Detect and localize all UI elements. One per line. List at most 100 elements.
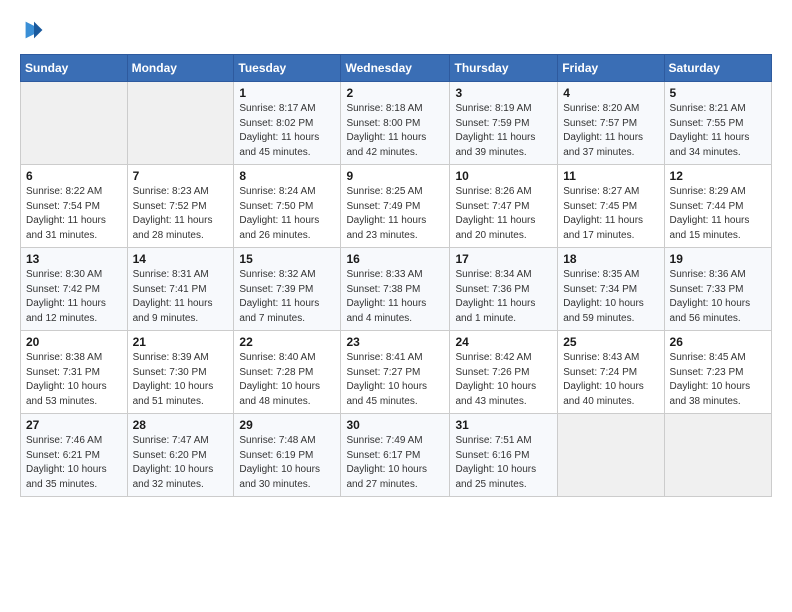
day-info: Sunrise: 7:49 AM Sunset: 6:17 PM Dayligh… — [346, 434, 444, 492]
day-number: 3 — [455, 86, 552, 100]
day-info: Sunrise: 8:19 AM Sunset: 7:59 PM Dayligh… — [455, 102, 552, 160]
day-info: Sunrise: 8:25 AM Sunset: 7:49 PM Dayligh… — [346, 185, 444, 243]
cell-4-6: 25Sunrise: 8:43 AM Sunset: 7:24 PM Dayli… — [558, 331, 664, 414]
header — [20, 16, 772, 44]
day-info: Sunrise: 8:34 AM Sunset: 7:36 PM Dayligh… — [455, 268, 552, 326]
day-number: 5 — [670, 86, 766, 100]
week-row-3: 13 Sunrise: 8:30 AM Sunset: 7:42 PM Dayli… — [21, 248, 772, 331]
cell-2-3: 8 Sunrise: 8:24 AM Sunset: 7:50 PM Daylig… — [234, 165, 341, 248]
day-number: 31 — [455, 418, 552, 432]
col-saturday: Saturday — [664, 55, 771, 82]
col-tuesday: Tuesday — [234, 55, 341, 82]
cell-3-1: 13 Sunrise: 8:30 AM Sunset: 7:42 PM Dayli… — [21, 248, 128, 331]
day-number: 30 — [346, 418, 444, 432]
cell-1-3: 1 Sunrise: 8:17 AM Sunset: 8:02 PM Daylig… — [234, 82, 341, 165]
day-number: 11 — [563, 169, 658, 183]
day-number: 4 — [563, 86, 658, 100]
calendar: Sunday Monday Tuesday Wednesday Thursday… — [20, 54, 772, 497]
cell-5-3: 29 Sunrise: 7:48 AM Sunset: 6:19 PM Dayli… — [234, 414, 341, 497]
day-info: Sunrise: 8:17 AM Sunset: 8:02 PM Dayligh… — [239, 102, 335, 160]
day-info: Sunrise: 8:21 AM Sunset: 7:55 PM Dayligh… — [670, 102, 766, 160]
day-number: 8 — [239, 169, 335, 183]
day-number: 18 — [563, 252, 658, 266]
day-info: Sunrise: 8:38 AM Sunset: 7:31 PM Dayligh… — [26, 351, 122, 409]
cell-1-2 — [127, 82, 234, 165]
col-thursday: Thursday — [450, 55, 558, 82]
day-info: Sunrise: 7:51 AM Sunset: 6:16 PM Dayligh… — [455, 434, 552, 492]
col-sunday: Sunday — [21, 55, 128, 82]
cell-4-4: 23 Sunrise: 8:41 AM Sunset: 7:27 PM Dayli… — [341, 331, 450, 414]
cell-3-7: 19 Sunrise: 8:36 AM Sunset: 7:33 PM Dayli… — [664, 248, 771, 331]
page: Sunday Monday Tuesday Wednesday Thursday… — [0, 0, 792, 612]
day-number: 2 — [346, 86, 444, 100]
day-number: 19 — [670, 252, 766, 266]
day-info: Sunrise: 8:30 AM Sunset: 7:42 PM Dayligh… — [26, 268, 122, 326]
day-number: 16 — [346, 252, 444, 266]
day-info: Sunrise: 8:20 AM Sunset: 7:57 PM Dayligh… — [563, 102, 658, 160]
cell-1-5: 3 Sunrise: 8:19 AM Sunset: 7:59 PM Daylig… — [450, 82, 558, 165]
day-info: Sunrise: 8:26 AM Sunset: 7:47 PM Dayligh… — [455, 185, 552, 243]
day-number: 9 — [346, 169, 444, 183]
cell-3-2: 14Sunrise: 8:31 AM Sunset: 7:41 PM Dayli… — [127, 248, 234, 331]
day-number: 1 — [239, 86, 335, 100]
day-number: 21 — [133, 335, 229, 349]
cell-4-2: 21 Sunrise: 8:39 AM Sunset: 7:30 PM Dayli… — [127, 331, 234, 414]
cell-1-4: 2 Sunrise: 8:18 AM Sunset: 8:00 PM Daylig… — [341, 82, 450, 165]
week-row-4: 20 Sunrise: 8:38 AM Sunset: 7:31 PM Dayli… — [21, 331, 772, 414]
day-info: Sunrise: 8:33 AM Sunset: 7:38 PM Dayligh… — [346, 268, 444, 326]
week-row-1: 1 Sunrise: 8:17 AM Sunset: 8:02 PM Daylig… — [21, 82, 772, 165]
cell-5-7 — [664, 414, 771, 497]
day-info: Sunrise: 8:23 AM Sunset: 7:52 PM Dayligh… — [133, 185, 229, 243]
day-number: 27 — [26, 418, 122, 432]
day-info: Sunrise: 8:32 AM Sunset: 7:39 PM Dayligh… — [239, 268, 335, 326]
logo — [20, 16, 52, 44]
cell-4-5: 24 Sunrise: 8:42 AM Sunset: 7:26 PM Dayli… — [450, 331, 558, 414]
week-row-5: 27Sunrise: 7:46 AM Sunset: 6:21 PM Dayli… — [21, 414, 772, 497]
day-info: Sunrise: 7:48 AM Sunset: 6:19 PM Dayligh… — [239, 434, 335, 492]
day-info: Sunrise: 8:29 AM Sunset: 7:44 PM Dayligh… — [670, 185, 766, 243]
day-number: 26 — [670, 335, 766, 349]
calendar-body: 1 Sunrise: 8:17 AM Sunset: 8:02 PM Daylig… — [21, 82, 772, 497]
week-row-2: 6 Sunrise: 8:22 AM Sunset: 7:54 PM Daylig… — [21, 165, 772, 248]
cell-2-1: 6 Sunrise: 8:22 AM Sunset: 7:54 PM Daylig… — [21, 165, 128, 248]
cell-4-7: 26 Sunrise: 8:45 AM Sunset: 7:23 PM Dayli… — [664, 331, 771, 414]
day-number: 15 — [239, 252, 335, 266]
cell-1-6: 4 Sunrise: 8:20 AM Sunset: 7:57 PM Daylig… — [558, 82, 664, 165]
col-monday: Monday — [127, 55, 234, 82]
day-info: Sunrise: 8:36 AM Sunset: 7:33 PM Dayligh… — [670, 268, 766, 326]
day-number: 12 — [670, 169, 766, 183]
day-number: 7 — [133, 169, 229, 183]
day-info: Sunrise: 8:35 AM Sunset: 7:34 PM Dayligh… — [563, 268, 658, 326]
col-wednesday: Wednesday — [341, 55, 450, 82]
cell-4-1: 20 Sunrise: 8:38 AM Sunset: 7:31 PM Dayli… — [21, 331, 128, 414]
day-number: 20 — [26, 335, 122, 349]
day-number: 22 — [239, 335, 335, 349]
cell-3-3: 15 Sunrise: 8:32 AM Sunset: 7:39 PM Dayli… — [234, 248, 341, 331]
day-info: Sunrise: 8:39 AM Sunset: 7:30 PM Dayligh… — [133, 351, 229, 409]
day-info: Sunrise: 8:41 AM Sunset: 7:27 PM Dayligh… — [346, 351, 444, 409]
cell-1-1 — [21, 82, 128, 165]
cell-1-7: 5 Sunrise: 8:21 AM Sunset: 7:55 PM Daylig… — [664, 82, 771, 165]
day-info: Sunrise: 8:22 AM Sunset: 7:54 PM Dayligh… — [26, 185, 122, 243]
col-friday: Friday — [558, 55, 664, 82]
day-info: Sunrise: 8:43 AM Sunset: 7:24 PM Dayligh… — [563, 351, 658, 409]
cell-2-5: 10Sunrise: 8:26 AM Sunset: 7:47 PM Dayli… — [450, 165, 558, 248]
day-number: 23 — [346, 335, 444, 349]
day-info: Sunrise: 8:31 AM Sunset: 7:41 PM Dayligh… — [133, 268, 229, 326]
day-info: Sunrise: 8:18 AM Sunset: 8:00 PM Dayligh… — [346, 102, 444, 160]
day-info: Sunrise: 7:47 AM Sunset: 6:20 PM Dayligh… — [133, 434, 229, 492]
day-number: 13 — [26, 252, 122, 266]
calendar-header: Sunday Monday Tuesday Wednesday Thursday… — [21, 55, 772, 82]
day-info: Sunrise: 8:24 AM Sunset: 7:50 PM Dayligh… — [239, 185, 335, 243]
day-number: 24 — [455, 335, 552, 349]
day-number: 29 — [239, 418, 335, 432]
day-info: Sunrise: 8:42 AM Sunset: 7:26 PM Dayligh… — [455, 351, 552, 409]
day-number: 6 — [26, 169, 122, 183]
cell-5-4: 30 Sunrise: 7:49 AM Sunset: 6:17 PM Dayli… — [341, 414, 450, 497]
cell-5-1: 27Sunrise: 7:46 AM Sunset: 6:21 PM Dayli… — [21, 414, 128, 497]
day-info: Sunrise: 8:45 AM Sunset: 7:23 PM Dayligh… — [670, 351, 766, 409]
cell-2-4: 9 Sunrise: 8:25 AM Sunset: 7:49 PM Daylig… — [341, 165, 450, 248]
day-number: 28 — [133, 418, 229, 432]
cell-5-2: 28 Sunrise: 7:47 AM Sunset: 6:20 PM Dayli… — [127, 414, 234, 497]
cell-3-5: 17Sunrise: 8:34 AM Sunset: 7:36 PM Dayli… — [450, 248, 558, 331]
